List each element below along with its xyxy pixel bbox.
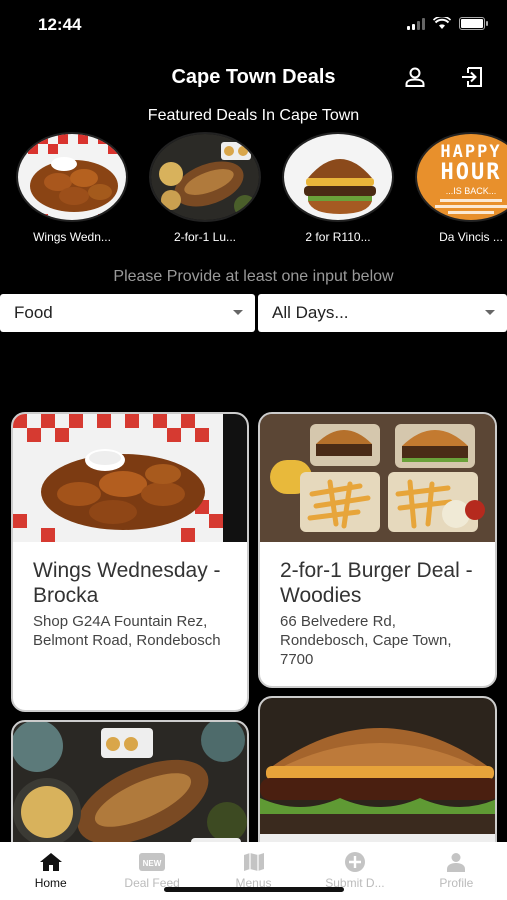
day-select[interactable]: All Days... xyxy=(258,294,507,332)
deal-name: Wings Wednesday - Brocka xyxy=(33,559,221,607)
home-indicator[interactable] xyxy=(164,887,344,892)
featured-item[interactable]: Wings Wedn... xyxy=(12,132,132,244)
deal-card[interactable] xyxy=(258,696,497,860)
featured-label: 2 for R110... xyxy=(305,230,371,244)
deal-address: 66 Belvedere Rd, Rondebosch, Cape Town, … xyxy=(280,613,452,668)
svg-text:NEW: NEW xyxy=(143,859,162,868)
dropdown-caret-icon xyxy=(485,310,495,315)
filter-prompt: Please Provide at least one input below xyxy=(113,268,394,285)
person-icon xyxy=(443,851,469,873)
deal-image xyxy=(260,414,495,542)
deal-card[interactable]: Wings Wednesday - Brocka Shop G24A Fount… xyxy=(11,412,249,712)
featured-item[interactable]: HAPPY HOUR ...IS BACK... Da Vincis ... xyxy=(411,132,507,244)
happy-hour-line: HOUR xyxy=(440,160,502,185)
tab-label: Home xyxy=(34,876,67,890)
app-header: Cape Town Deals xyxy=(0,60,507,96)
plus-circle-icon xyxy=(342,851,368,873)
deal-card[interactable] xyxy=(11,720,249,860)
page-title: Cape Town Deals xyxy=(171,66,336,88)
featured-title: Featured Deals In Cape Town xyxy=(147,107,360,124)
logout-icon[interactable] xyxy=(459,64,485,90)
status-icons xyxy=(407,17,488,30)
happy-hour-thumbnail[interactable]: HAPPY HOUR ...IS BACK... xyxy=(415,132,507,222)
featured-label: Da Vincis ... xyxy=(439,230,503,244)
happy-hour-details xyxy=(448,211,494,214)
featured-label: 2-for-1 Lu... xyxy=(173,230,237,244)
wifi-icon xyxy=(433,17,451,29)
happy-hour-details xyxy=(435,205,507,208)
home-icon xyxy=(38,851,64,873)
new-badge-icon: NEW xyxy=(139,851,166,873)
featured-item[interactable]: 2-for-1 Lu... xyxy=(145,132,265,244)
tab-profile[interactable]: Profile xyxy=(406,842,507,900)
featured-item[interactable]: 2 for R110... xyxy=(278,132,398,244)
happy-hour-line: HAPPY xyxy=(440,142,502,162)
category-select-value: Food xyxy=(14,303,53,322)
lunch-platter-thumbnail[interactable] xyxy=(149,132,261,222)
battery-icon xyxy=(459,17,488,30)
account-icon[interactable] xyxy=(402,64,428,90)
deal-address: Shop G24A Fountain Rez, Belmont Road, Ro… xyxy=(33,613,221,649)
burger-thumbnail[interactable] xyxy=(282,132,394,222)
deal-card[interactable]: 2-for-1 Burger Deal - Woodies 66 Belvede… xyxy=(258,412,497,688)
happy-hour-details xyxy=(440,199,502,202)
tab-home[interactable]: Home xyxy=(0,842,101,900)
status-time: 12:44 xyxy=(38,15,82,34)
happy-hour-line: ...IS BACK... xyxy=(445,186,497,196)
featured-label: Wings Wedn... xyxy=(33,230,111,244)
tab-label: Profile xyxy=(439,876,474,890)
dropdown-caret-icon xyxy=(233,310,243,315)
deal-image xyxy=(13,414,247,542)
wings-thumbnail[interactable] xyxy=(16,132,128,222)
map-icon xyxy=(241,851,267,873)
status-bar: 12:44 xyxy=(0,0,507,50)
deal-image xyxy=(260,698,495,858)
featured-carousel[interactable]: Wings Wedn... 2-for-1 Lu... 2 for R110..… xyxy=(0,132,507,252)
category-select[interactable]: Food xyxy=(0,294,255,332)
deal-image xyxy=(13,722,247,858)
signal-icon xyxy=(407,17,425,30)
day-select-value: All Days... xyxy=(272,303,349,322)
deal-name: 2-for-1 Burger Deal - Woodies xyxy=(280,559,473,607)
